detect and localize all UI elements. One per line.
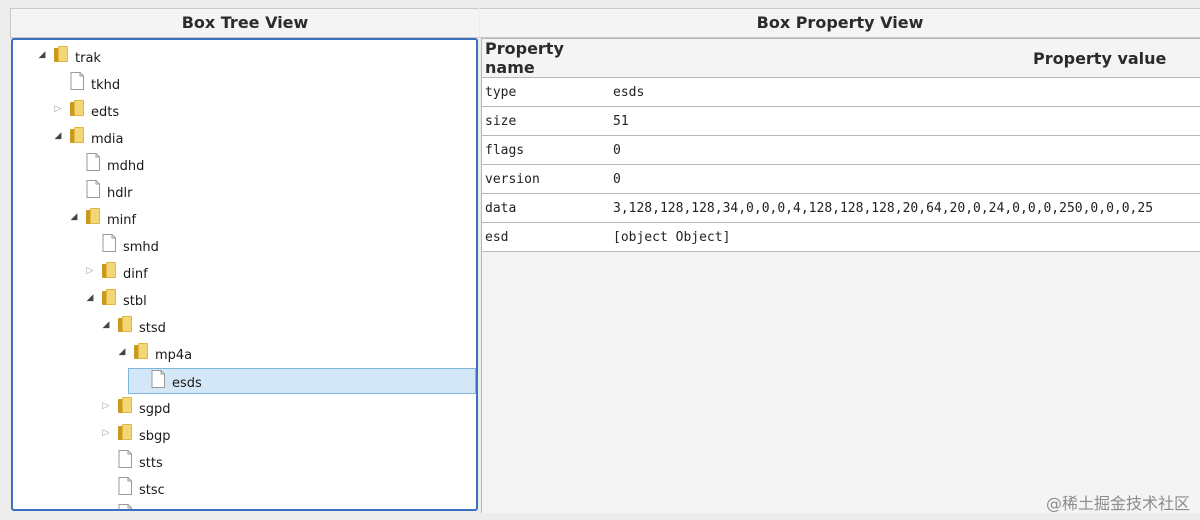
tree-node-label: stts bbox=[139, 456, 163, 471]
box-tree-view-title: Box Tree View bbox=[10, 8, 479, 38]
tree-node-label: sbgp bbox=[139, 429, 171, 444]
collapse-triangle-icon[interactable]: ◢ bbox=[117, 346, 127, 358]
folder-icon bbox=[118, 316, 132, 332]
file-icon bbox=[118, 450, 132, 468]
tree-node-label: stsd bbox=[139, 321, 166, 336]
expand-triangle-icon[interactable]: ▷ bbox=[101, 427, 111, 439]
tree-node-label: sgpd bbox=[139, 402, 171, 417]
tree-node-label: trak bbox=[75, 51, 101, 66]
collapse-triangle-icon[interactable]: ◢ bbox=[69, 211, 79, 223]
tree-node-label: esds bbox=[172, 376, 202, 391]
property-name-cell: size bbox=[482, 106, 610, 136]
collapse-triangle-icon[interactable]: ◢ bbox=[53, 130, 63, 142]
property-value-cell: esds bbox=[610, 77, 1200, 107]
tree-node[interactable]: ▷ sgpd bbox=[13, 395, 476, 421]
tree-node[interactable]: ◢ mp4a bbox=[13, 341, 476, 367]
property-row[interactable]: esd [object Object] bbox=[482, 222, 1200, 252]
tree-node[interactable]: mdhd bbox=[13, 152, 476, 178]
property-value-cell: 3,128,128,128,34,0,0,0,4,128,128,128,20,… bbox=[610, 193, 1200, 223]
tree-node[interactable]: ◢ stbl bbox=[13, 287, 476, 313]
file-icon bbox=[70, 72, 84, 90]
tree-node-label: edts bbox=[91, 105, 120, 120]
property-name-cell: data bbox=[482, 193, 610, 223]
property-row[interactable]: size 51 bbox=[482, 106, 1200, 136]
tree-node-label: tkhd bbox=[91, 78, 121, 93]
tree-node-label: smhd bbox=[123, 240, 159, 255]
property-name-header[interactable]: Property name bbox=[482, 39, 610, 78]
tree-node-label: stbl bbox=[123, 294, 147, 309]
property-row[interactable]: version 0 bbox=[482, 164, 1200, 194]
property-value-cell: 0 bbox=[610, 164, 1200, 194]
tree-node[interactable]: ▷ sbgp bbox=[13, 422, 476, 448]
folder-icon bbox=[102, 262, 116, 278]
property-value-cell: 0 bbox=[610, 135, 1200, 165]
file-icon bbox=[118, 477, 132, 495]
folder-icon bbox=[102, 289, 116, 305]
folder-icon bbox=[70, 127, 84, 143]
property-name-cell: esd bbox=[482, 222, 610, 252]
file-icon bbox=[86, 153, 100, 171]
file-icon bbox=[102, 234, 116, 252]
property-row[interactable]: flags 0 bbox=[482, 135, 1200, 165]
property-value-cell: 51 bbox=[610, 106, 1200, 136]
property-value-cell: [object Object] bbox=[610, 222, 1200, 252]
tree-node[interactable]: smhd bbox=[13, 233, 476, 259]
folder-icon bbox=[118, 424, 132, 440]
tree-node[interactable] bbox=[13, 503, 476, 509]
box-tree[interactable]: ◢ trak tkhd ▷ edts ◢ mdia mdhd hdlr ◢ minf smhd ▷ din… bbox=[11, 38, 478, 511]
tree-node[interactable]: ◢ mdia bbox=[13, 125, 476, 151]
property-row[interactable]: type esds bbox=[482, 77, 1200, 107]
expand-triangle-icon[interactable]: ▷ bbox=[101, 400, 111, 412]
tree-node-selected[interactable]: esds bbox=[128, 368, 476, 394]
collapse-triangle-icon[interactable]: ◢ bbox=[101, 319, 111, 331]
tree-node[interactable]: ◢ minf bbox=[13, 206, 476, 232]
tree-node-label: hdlr bbox=[107, 186, 133, 201]
property-name-cell: flags bbox=[482, 135, 610, 165]
tree-node[interactable]: ◢ trak bbox=[13, 44, 476, 70]
tree-node[interactable]: ▷ edts bbox=[13, 98, 476, 124]
folder-icon bbox=[54, 46, 68, 62]
tree-node-label: mdhd bbox=[107, 159, 145, 174]
property-value-header[interactable]: Property value bbox=[610, 39, 1200, 78]
tree-node[interactable]: tkhd bbox=[13, 71, 476, 97]
tree-node-label: minf bbox=[107, 213, 137, 228]
property-name-cell: version bbox=[482, 164, 610, 194]
property-name-cell: type bbox=[482, 77, 610, 107]
file-icon bbox=[151, 370, 165, 388]
tree-node-label: mdia bbox=[91, 132, 124, 147]
expand-triangle-icon[interactable]: ▷ bbox=[53, 103, 63, 115]
file-icon bbox=[86, 180, 100, 198]
file-icon bbox=[118, 504, 132, 509]
property-table-panel: Property name Property value type esds siz… bbox=[481, 38, 1200, 513]
folder-icon bbox=[70, 100, 84, 116]
expand-triangle-icon[interactable]: ▷ bbox=[85, 265, 95, 277]
tree-node[interactable]: hdlr bbox=[13, 179, 476, 205]
property-row[interactable]: data 3,128,128,128,34,0,0,0,4,128,128,128… bbox=[482, 193, 1200, 223]
watermark-text: @稀土掘金技术社区 bbox=[1045, 494, 1190, 513]
tree-node-label: stsc bbox=[139, 483, 165, 498]
folder-icon bbox=[134, 343, 148, 359]
property-table: Property name Property value type esds siz… bbox=[482, 39, 1200, 252]
property-table-header: Property name Property value bbox=[482, 39, 1200, 78]
collapse-triangle-icon[interactable]: ◢ bbox=[85, 292, 95, 304]
tree-node[interactable]: ◢ stsd bbox=[13, 314, 476, 340]
box-property-view-title: Box Property View bbox=[480, 8, 1200, 38]
tree-node[interactable]: stts bbox=[13, 449, 476, 475]
folder-icon bbox=[86, 208, 100, 224]
tree-node[interactable]: stsc bbox=[13, 476, 476, 502]
collapse-triangle-icon[interactable]: ◢ bbox=[37, 49, 47, 61]
folder-icon bbox=[118, 397, 132, 413]
tree-node[interactable]: ▷ dinf bbox=[13, 260, 476, 286]
tree-node-label: mp4a bbox=[155, 348, 193, 363]
tree-node-label: dinf bbox=[123, 267, 148, 282]
